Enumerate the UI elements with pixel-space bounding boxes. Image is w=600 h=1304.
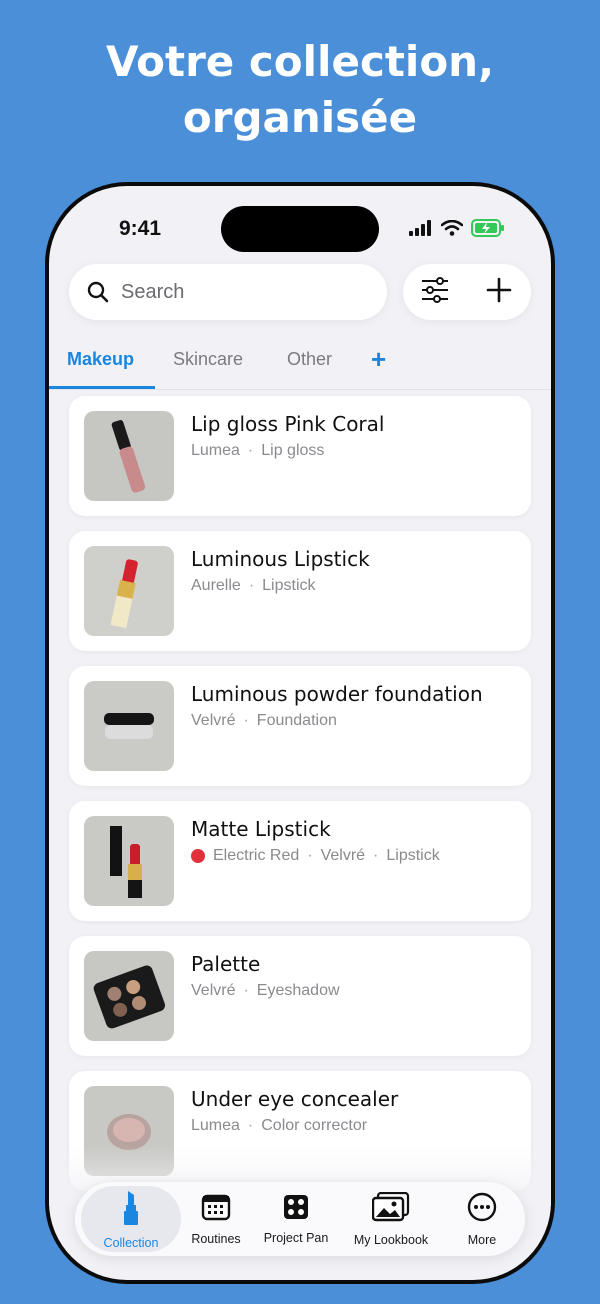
product-category: Foundation bbox=[256, 712, 337, 729]
nav-project-pan[interactable]: Project Pan bbox=[251, 1182, 341, 1256]
product-meta: Lumea · Lip gloss bbox=[191, 442, 324, 460]
phone-frame: 9:41 Search Makeup Skincare Other + Lip … bbox=[45, 182, 555, 1284]
category-tabs: Makeup Skincare Other + bbox=[49, 344, 551, 392]
meta-separator: · bbox=[247, 442, 254, 459]
search-placeholder: Search bbox=[121, 280, 185, 303]
product-brand: Lumea bbox=[191, 1117, 240, 1134]
nav-collection[interactable]: Collection bbox=[81, 1182, 181, 1256]
meta-separator: · bbox=[243, 712, 249, 729]
filter-button[interactable] bbox=[415, 272, 455, 312]
lipstick-icon bbox=[121, 1189, 141, 1230]
nav-routines[interactable]: Routines bbox=[181, 1182, 251, 1256]
nav-label: Collection bbox=[103, 1235, 159, 1250]
nav-label: Routines bbox=[191, 1231, 241, 1246]
product-category: Lip gloss bbox=[261, 442, 325, 459]
shade-swatch bbox=[191, 849, 205, 863]
product-name: Under eye concealer bbox=[191, 1087, 399, 1111]
meta-separator: · bbox=[248, 577, 255, 594]
meta-separator: · bbox=[307, 847, 313, 864]
product-meta: Lumea · Color corrector bbox=[191, 1117, 367, 1135]
product-brand: Aurelle bbox=[191, 577, 241, 594]
tab-other[interactable]: Other bbox=[287, 346, 332, 390]
product-thumbnail bbox=[84, 546, 174, 636]
product-category: Lipstick bbox=[262, 577, 316, 594]
calendar-icon bbox=[201, 1193, 231, 1226]
search-icon bbox=[85, 279, 111, 305]
product-thumbnail bbox=[84, 411, 174, 501]
product-card[interactable]: Luminous powder foundation Velvré · Foun… bbox=[69, 666, 531, 786]
signal-icon bbox=[409, 219, 433, 241]
search-bar[interactable]: Search bbox=[69, 264, 387, 320]
product-brand: Velvré bbox=[191, 982, 236, 999]
product-brand: Velvré bbox=[191, 712, 236, 729]
product-brand: Velvré bbox=[320, 847, 366, 864]
bottom-tab-bar: Collection Routines Project Pan My Lookb… bbox=[75, 1182, 525, 1256]
tabs-divider bbox=[49, 389, 551, 390]
add-tab-button[interactable]: + bbox=[371, 344, 386, 375]
tab-skincare[interactable]: Skincare bbox=[173, 346, 243, 390]
meta-separator: · bbox=[373, 847, 379, 864]
photos-icon bbox=[371, 1191, 410, 1227]
meta-separator: · bbox=[247, 1117, 254, 1134]
product-meta: Electric Red · Velvré · Lipstick bbox=[191, 847, 440, 865]
product-category: Lipstick bbox=[386, 847, 440, 864]
tab-makeup[interactable]: Makeup bbox=[67, 346, 134, 390]
product-shade: Electric Red bbox=[213, 847, 300, 864]
status-icons bbox=[409, 218, 505, 242]
product-thumbnail bbox=[84, 951, 174, 1041]
product-meta: Velvré · Foundation bbox=[191, 712, 337, 730]
headline-line-2: organisée bbox=[182, 93, 418, 142]
dynamic-island bbox=[221, 206, 379, 252]
nav-label: More bbox=[467, 1232, 497, 1247]
product-thumbnail bbox=[84, 816, 174, 906]
toolbar-actions bbox=[403, 264, 531, 320]
product-card[interactable]: Palette Velvré · Eyeshadow bbox=[69, 936, 531, 1056]
product-name: Luminous powder foundation bbox=[191, 682, 483, 706]
product-card[interactable]: Matte Lipstick Electric Red · Velvré · L… bbox=[69, 801, 531, 921]
product-brand: Lumea bbox=[191, 442, 240, 459]
product-category: Color corrector bbox=[261, 1117, 368, 1134]
headline-line-1: Votre collection, bbox=[105, 37, 495, 86]
palette-icon bbox=[283, 1194, 309, 1225]
add-item-button[interactable] bbox=[479, 272, 519, 312]
nav-label: My Lookbook bbox=[353, 1232, 429, 1247]
meta-separator: · bbox=[243, 982, 249, 999]
product-name: Palette bbox=[191, 952, 261, 976]
product-name: Luminous Lipstick bbox=[191, 547, 370, 571]
product-card[interactable]: Lip gloss Pink Coral Lumea · Lip gloss bbox=[69, 396, 531, 516]
sliders-icon bbox=[420, 276, 450, 308]
battery-icon bbox=[471, 218, 505, 242]
nav-my-lookbook[interactable]: My Lookbook bbox=[341, 1182, 441, 1256]
product-category: Eyeshadow bbox=[256, 982, 340, 999]
more-icon bbox=[467, 1192, 497, 1227]
promo-headline: Votre collection, organisée bbox=[0, 34, 600, 146]
status-time: 9:41 bbox=[119, 217, 162, 240]
wifi-icon bbox=[440, 219, 464, 241]
product-name: Lip gloss Pink Coral bbox=[191, 412, 385, 436]
product-name: Matte Lipstick bbox=[191, 817, 331, 841]
nav-more[interactable]: More bbox=[447, 1182, 517, 1256]
plus-icon bbox=[486, 277, 512, 308]
product-card[interactable]: Luminous Lipstick Aurelle · Lipstick bbox=[69, 531, 531, 651]
product-thumbnail bbox=[84, 681, 174, 771]
app-screen: 9:41 Search Makeup Skincare Other + Lip … bbox=[49, 186, 551, 1280]
product-meta: Aurelle · Lipstick bbox=[191, 577, 316, 595]
product-meta: Velvré · Eyeshadow bbox=[191, 982, 340, 1000]
nav-label: Project Pan bbox=[263, 1230, 329, 1245]
